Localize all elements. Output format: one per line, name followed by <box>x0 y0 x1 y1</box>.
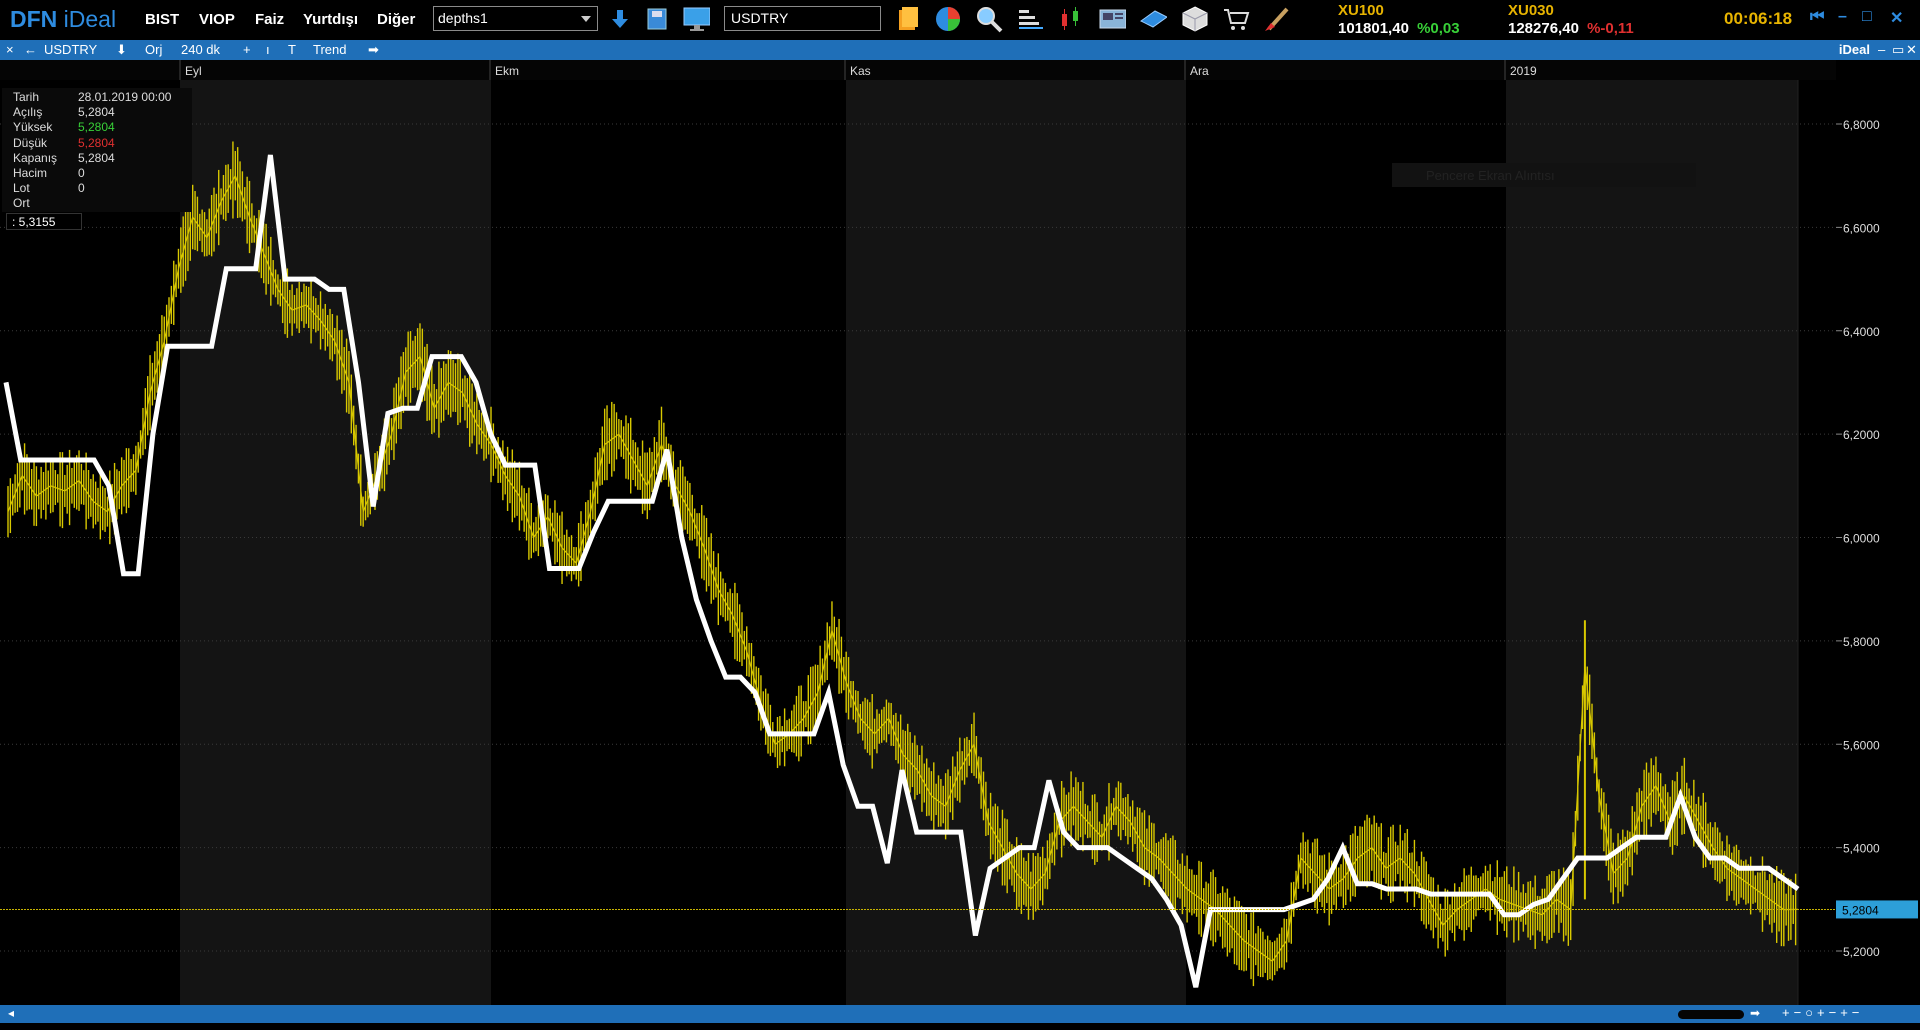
info-label: Tarih <box>13 90 40 104</box>
x-tick-label: Kas <box>850 64 871 78</box>
workspace-select-value: depths1 <box>438 10 488 26</box>
chart-area[interactable]: Eyl Ekm Kas Ara 2019 6,8000 6,6000 6,4000 6,2000… <box>0 60 1920 1005</box>
back-icon[interactable]: ⏮ <box>1810 8 1824 26</box>
menu-bist[interactable]: BIST <box>145 11 179 28</box>
horizontal-scrollbar[interactable]: ◂ ➡ +−○+−+− <box>0 1005 1920 1023</box>
info-value: 5,2804 <box>78 135 115 150</box>
y-tick-label: 6,2000 <box>1843 428 1880 442</box>
x-tick-label: 2019 <box>1510 64 1537 78</box>
info-value: 5,2804 <box>78 120 115 135</box>
info-label: Ort <box>13 196 30 211</box>
menu-viop[interactable]: VIOP <box>199 11 235 28</box>
chart-close-icon[interactable]: × <box>6 42 14 57</box>
top-bar: DFN iDeal BIST VIOP Faiz Yurtdışı Diğer … <box>0 0 1920 40</box>
forward-icon[interactable]: ➡ <box>368 42 379 58</box>
y-tick-label: 5,2000 <box>1843 945 1880 959</box>
text-tool-button[interactable]: T <box>288 42 296 57</box>
bar-type-button[interactable]: ı <box>266 42 270 57</box>
ticker-value: 101801,40 <box>1338 20 1409 37</box>
scroll-right-icon[interactable]: ➡ <box>1750 1006 1760 1020</box>
news-icon[interactable] <box>1098 5 1126 33</box>
x-tick-label: Ekm <box>495 64 519 78</box>
ticker-xu100[interactable]: XU100 101801,40 %0,03 <box>1338 2 1460 37</box>
save-disk-icon[interactable] <box>643 5 671 33</box>
y-tick-label: 5,6000 <box>1843 738 1880 752</box>
orj-button[interactable]: Orj <box>145 42 162 57</box>
info-value: 5,2804 <box>78 105 115 120</box>
ticker-name: XU100 <box>1338 2 1384 19</box>
chevron-down-icon <box>581 16 591 22</box>
zoom-controls[interactable]: +−○+−+− <box>1782 1005 1863 1020</box>
symbol-input[interactable]: USDTRY <box>724 6 881 31</box>
info-value: 0 <box>78 181 85 196</box>
search-icon[interactable] <box>975 5 1003 33</box>
ticker-change: %0,03 <box>1417 20 1460 37</box>
info-value: 5,2804 <box>78 150 115 165</box>
info-label: Yüksek <box>13 120 53 135</box>
cube-icon[interactable] <box>1181 5 1209 33</box>
cursor-price-label: : 5,3155 <box>6 213 82 230</box>
y-tick-label: 6,0000 <box>1843 532 1880 546</box>
screenshot-hint-popup: Pencere Ekran Alıntısı <box>1392 163 1696 187</box>
maximize-icon[interactable]: □ <box>1862 8 1872 26</box>
notes-icon[interactable] <box>894 5 922 33</box>
cart-icon[interactable] <box>1222 5 1250 33</box>
scroll-left-icon[interactable]: ◂ <box>8 1006 14 1020</box>
logo-ideal: iDeal <box>63 6 117 32</box>
clock: 00:06:18 <box>1724 9 1793 28</box>
month-band <box>180 80 491 1005</box>
chart-toolbar: × ← USDTRY ⬇ Orj 240 dk + ı T Trend ➡ iD… <box>0 40 1920 60</box>
pie-chart-icon[interactable] <box>934 5 962 33</box>
add-indicator-button[interactable]: + <box>243 42 251 57</box>
info-label: Kapanış <box>13 150 58 165</box>
chart-back-icon[interactable]: ← <box>24 42 37 57</box>
chart-close-window-icon[interactable]: ✕ <box>1906 42 1917 58</box>
info-label: Açılış <box>13 105 43 120</box>
brush-icon[interactable] <box>1263 5 1291 33</box>
ohlc-info-box: Tarih 28.01.2019 00:00 Açılış 5,2804 Yüksek 5… <box>2 88 192 212</box>
ticker-change: %-0,11 <box>1587 20 1634 37</box>
monitor-icon[interactable] <box>682 5 710 33</box>
ticker-xu030[interactable]: XU030 128276,40 %-0,11 <box>1508 2 1634 37</box>
ticker-value: 128276,40 <box>1508 20 1579 37</box>
y-tick-label: 6,4000 <box>1843 325 1880 339</box>
chart-download-icon[interactable]: ⬇ <box>116 42 127 58</box>
info-label: Hacim <box>13 166 48 180</box>
y-tick-label: 5,8000 <box>1843 635 1880 649</box>
scroll-thumb[interactable] <box>1678 1010 1744 1019</box>
last-price-label: 5,2804 <box>1842 903 1879 917</box>
period-button[interactable]: 240 dk <box>181 42 220 57</box>
info-value: 28.01.2019 00:00 <box>78 90 172 104</box>
info-label: Lot <box>13 181 30 196</box>
menu-diger[interactable]: Diğer <box>377 11 415 28</box>
info-label: Düşük <box>13 135 48 150</box>
info-value: 0 <box>78 166 85 180</box>
download-arrow-icon[interactable] <box>606 5 634 33</box>
chart-restore-icon[interactable]: ▭ <box>1892 42 1904 58</box>
book-icon[interactable] <box>1139 5 1167 33</box>
chart-symbol[interactable]: USDTRY <box>44 42 97 57</box>
y-tick-label: 5,4000 <box>1843 842 1880 856</box>
menu-faiz[interactable]: Faiz <box>255 11 284 28</box>
chart-minimize-icon[interactable]: – <box>1878 42 1885 57</box>
x-tick-label: Ara <box>1190 64 1209 78</box>
ticker-name: XU030 <box>1508 2 1554 19</box>
y-tick-label: 6,6000 <box>1843 221 1880 235</box>
minimize-icon[interactable]: – <box>1838 8 1847 26</box>
chart-brand-label: iDeal <box>1838 42 1870 57</box>
date-strip <box>0 60 1836 80</box>
y-tick-label: 6,8000 <box>1843 118 1880 132</box>
candlestick-icon[interactable] <box>1057 5 1085 33</box>
bar-list-icon[interactable] <box>1016 5 1044 33</box>
price-chart[interactable]: Eyl Ekm Kas Ara 2019 6,8000 6,6000 6,4000 6,2000… <box>0 60 1920 1005</box>
month-band <box>1798 80 1836 1005</box>
trend-button[interactable]: Trend <box>313 42 346 57</box>
app-logo: DFN iDeal <box>10 6 116 33</box>
menu-yurtdisi[interactable]: Yurtdışı <box>303 11 358 28</box>
x-tick-label: Eyl <box>185 64 202 78</box>
close-icon[interactable]: ✕ <box>1890 8 1903 28</box>
logo-dfn: DFN <box>10 6 58 32</box>
workspace-select[interactable]: depths1 <box>433 6 598 31</box>
